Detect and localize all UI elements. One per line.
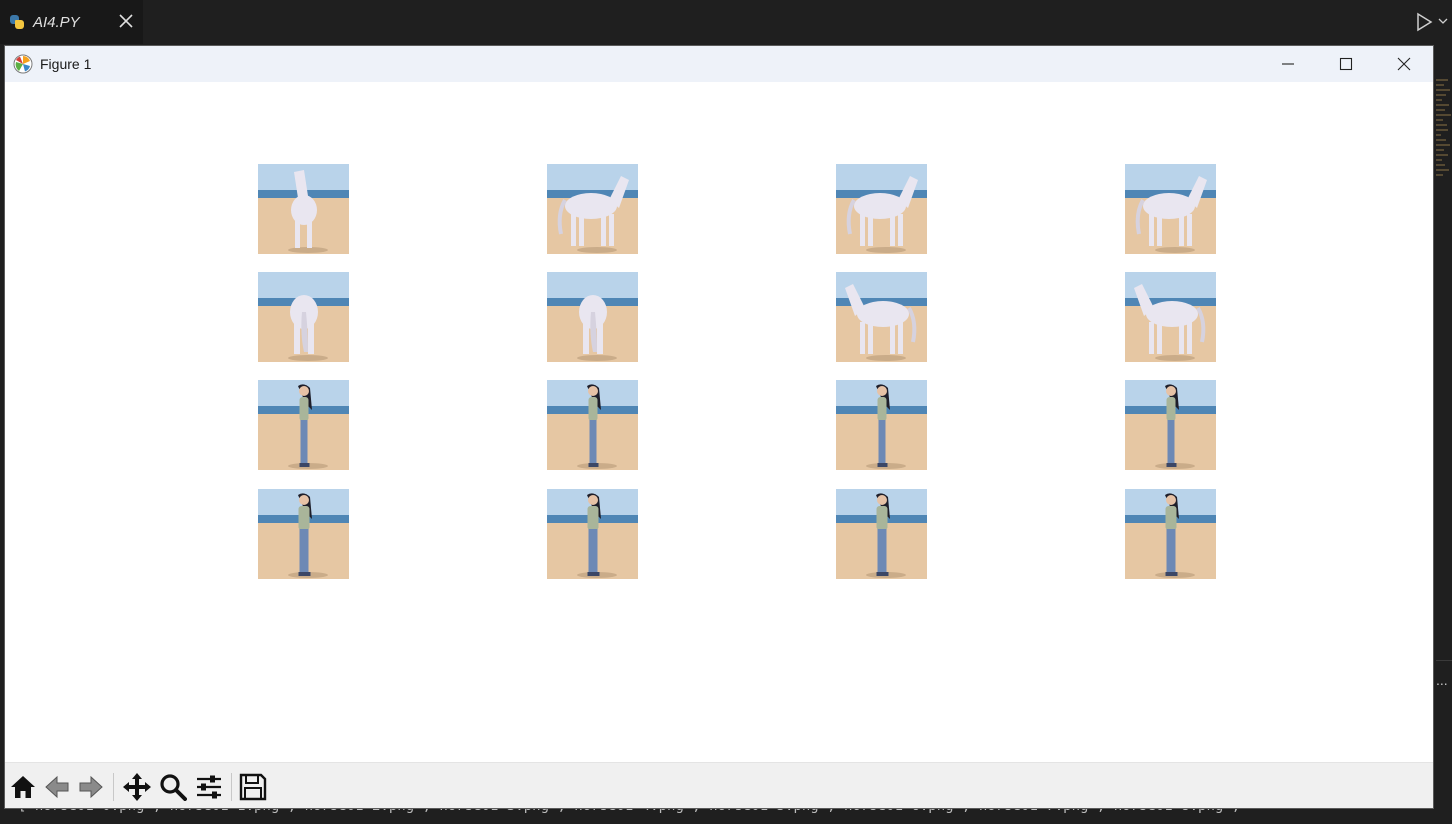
thumbnail-person <box>547 489 638 579</box>
close-tab-icon[interactable] <box>116 10 136 32</box>
zoom-icon <box>160 774 187 801</box>
toolbar-separator <box>113 773 114 801</box>
forward-button[interactable] <box>76 772 106 802</box>
configure-subplots-button[interactable] <box>194 772 224 802</box>
editor-tab-label: AI4.PY <box>33 13 80 31</box>
editor-tab-bar: AI4.PY <box>0 0 1452 44</box>
move-icon <box>123 773 151 801</box>
maximize-button[interactable] <box>1317 46 1375 82</box>
figure-title: Figure 1 <box>40 56 92 72</box>
zoom-button[interactable] <box>158 772 188 802</box>
thumbnail-horse <box>258 272 349 362</box>
panel-divider <box>1436 660 1452 661</box>
back-button[interactable] <box>42 772 72 802</box>
thumbnail-person <box>258 380 349 470</box>
thumbnail-person <box>547 380 638 470</box>
thumbnail-horse <box>1125 164 1216 254</box>
home-button[interactable] <box>8 772 38 802</box>
figure-canvas[interactable] <box>5 82 1433 762</box>
home-icon <box>11 776 35 798</box>
forward-arrow-icon <box>79 775 103 799</box>
thumbnail-horse <box>1125 272 1216 362</box>
more-actions-icon[interactable]: ... <box>1436 672 1448 688</box>
figure-titlebar[interactable]: Figure 1 <box>5 46 1433 82</box>
thumbnail-person <box>1125 380 1216 470</box>
run-icon[interactable] <box>1414 12 1436 32</box>
thumbnail-horse <box>258 164 349 254</box>
sliders-icon <box>197 775 221 799</box>
editor-tab-ai4[interactable]: AI4.PY <box>0 0 143 44</box>
minimize-button[interactable] <box>1259 46 1317 82</box>
python-file-icon <box>10 15 24 29</box>
back-arrow-icon <box>45 775 69 799</box>
matplotlib-logo-icon <box>13 54 33 74</box>
thumbnail-horse <box>547 272 638 362</box>
navigation-toolbar <box>5 762 1433 808</box>
thumbnail-person <box>1125 489 1216 579</box>
close-button[interactable] <box>1375 46 1433 82</box>
thumbnail-person <box>836 489 927 579</box>
editor-minimap[interactable] <box>1436 76 1452 226</box>
figure-window: Figure 1 <box>4 45 1434 809</box>
chevron-down-icon[interactable] <box>1437 14 1449 28</box>
thumbnail-person <box>258 489 349 579</box>
thumbnail-horse <box>836 164 927 254</box>
save-icon <box>239 773 267 801</box>
minimize-icon <box>1282 63 1294 65</box>
thumbnail-horse <box>836 272 927 362</box>
maximize-icon <box>1339 57 1353 71</box>
toolbar-separator <box>231 773 232 801</box>
thumbnail-person <box>836 380 927 470</box>
pan-button[interactable] <box>122 772 152 802</box>
save-button[interactable] <box>238 772 268 802</box>
close-icon <box>1397 57 1411 71</box>
thumbnail-horse <box>547 164 638 254</box>
